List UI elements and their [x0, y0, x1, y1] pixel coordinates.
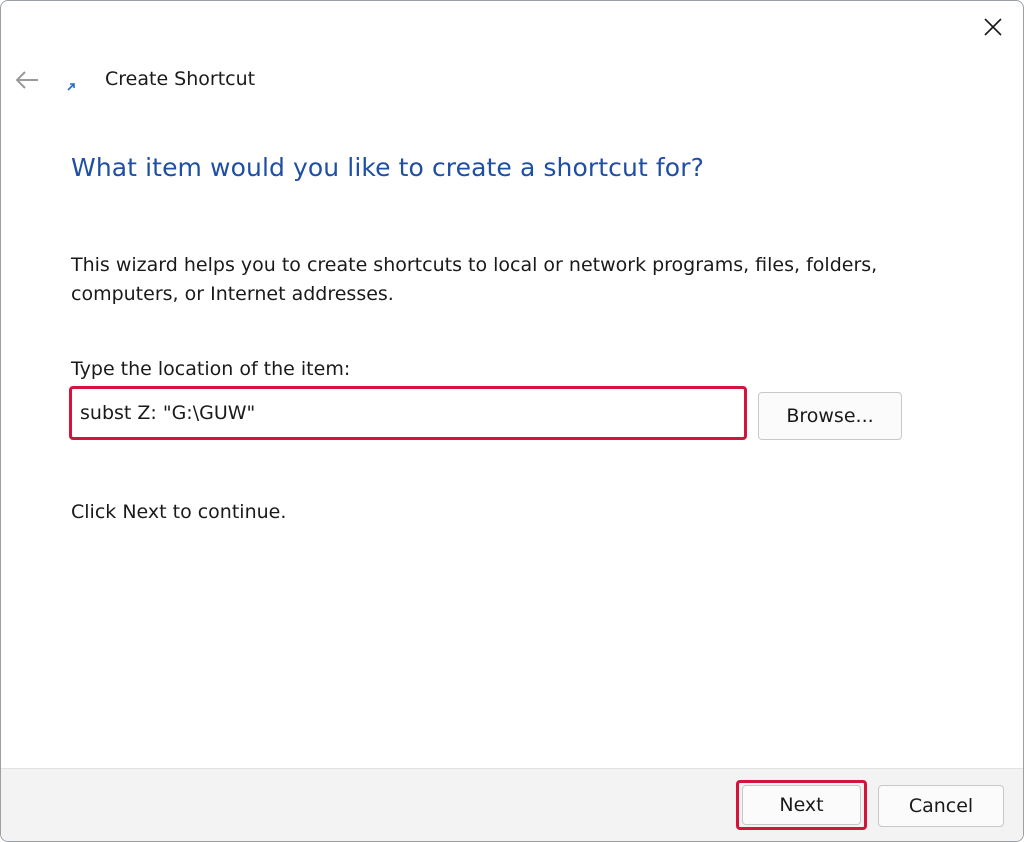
browse-button-label: Browse...: [786, 405, 874, 427]
close-icon: [984, 18, 1002, 36]
next-button-label: Next: [779, 794, 824, 816]
browse-button[interactable]: Browse...: [758, 392, 902, 440]
cancel-button[interactable]: Cancel: [878, 785, 1004, 827]
back-button[interactable]: [11, 64, 43, 96]
window-title: Create Shortcut: [105, 68, 256, 90]
page-heading: What item would you like to create a sho…: [71, 153, 704, 182]
create-shortcut-dialog: Create Shortcut What item would you like…: [0, 0, 1024, 842]
next-button[interactable]: Next: [742, 785, 861, 825]
continue-instruction: Click Next to continue.: [71, 501, 287, 523]
dialog-footer: [1, 768, 1023, 841]
arrow-left-icon: [15, 71, 38, 89]
shortcut-arrow-icon: [65, 81, 77, 93]
location-label: Type the location of the item:: [71, 358, 351, 380]
location-input[interactable]: [69, 386, 747, 440]
cancel-button-label: Cancel: [908, 795, 974, 817]
close-button[interactable]: [971, 9, 1015, 45]
wizard-description: This wizard helps you to create shortcut…: [71, 254, 878, 305]
